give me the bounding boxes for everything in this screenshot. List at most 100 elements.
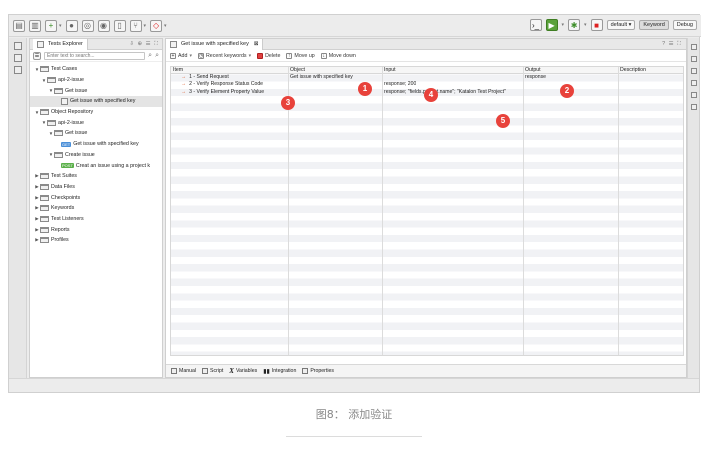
tree-item[interactable]: ▼ Get issue (30, 128, 162, 139)
save-button[interactable]: ▤ (13, 19, 25, 33)
console-icon[interactable] (691, 92, 697, 98)
minimize-icon[interactable] (691, 44, 697, 50)
step-cell-object[interactable] (288, 89, 290, 96)
tree-item[interactable]: ▶ Data Files (30, 182, 162, 193)
chevron-down-icon: ▾ (164, 22, 167, 29)
move-down-button[interactable]: ↓ Move down (320, 52, 356, 59)
step-cell-description[interactable] (618, 74, 620, 81)
editor-view-icons[interactable]: ? ☰ ⛶ (662, 41, 686, 48)
stop-button[interactable]: ■ (590, 19, 603, 31)
folder-icon (40, 237, 49, 244)
spy-web-button[interactable]: ◎ (81, 19, 94, 33)
filter-icon[interactable]: ☰ (33, 51, 41, 60)
close-icon[interactable]: ⊠ (254, 41, 259, 47)
tree-item[interactable]: ▼ Create issue (30, 150, 162, 161)
column-header-output[interactable]: Output (523, 67, 541, 74)
testcase-icon (170, 40, 177, 48)
step-cell-output[interactable] (523, 89, 525, 96)
perspective-debug[interactable]: Debug (672, 20, 697, 30)
step-cell-output[interactable]: response (523, 74, 546, 81)
step-cell-item[interactable]: → 1 - Send Request (171, 74, 229, 81)
record-mobile-button[interactable]: ◉ (97, 19, 110, 33)
tree-item[interactable]: ▼ Test Cases (30, 64, 162, 75)
tab-manual[interactable]: Manual (171, 368, 196, 374)
tree-item[interactable]: ▶ Checkpoints (30, 192, 162, 203)
advanced-search-icon[interactable]: ⌕ (155, 52, 159, 60)
search-icon[interactable]: ⌕ (148, 52, 152, 60)
column-divider[interactable] (288, 67, 289, 355)
git-button[interactable]: ⑂ ▾ (129, 19, 146, 33)
variable-x-icon: X (229, 367, 234, 375)
tab-variables[interactable]: X Variables (229, 367, 257, 375)
minimize-icon[interactable] (14, 42, 22, 50)
run-button[interactable]: ▶ (545, 19, 558, 31)
debug-button[interactable]: ✱ (568, 19, 581, 31)
recent-keywords-button[interactable]: ◷ Recent keywords ▾ (197, 52, 251, 59)
tab-properties[interactable]: Properties (302, 368, 334, 374)
tab-test-case[interactable]: Get issue with specified key ⊠ (166, 38, 264, 50)
step-cell-input[interactable]: response; "fields.project.name"; "Katalo… (382, 89, 506, 96)
step-cell-output[interactable] (523, 81, 525, 88)
tree-item[interactable]: ▼ Object Repository (30, 107, 162, 118)
step-cell-description[interactable] (618, 89, 620, 96)
log-icon[interactable] (691, 104, 697, 110)
column-divider[interactable] (523, 67, 524, 355)
tree-item[interactable]: ▶ Profiles (30, 235, 162, 246)
step-cell-text: response; "fields.project.name"; "Katalo… (384, 88, 506, 95)
properties-icon[interactable] (691, 80, 697, 86)
globe-icon[interactable] (691, 68, 697, 74)
list-icon[interactable] (14, 66, 22, 74)
column-divider[interactable] (382, 67, 383, 355)
tree-item[interactable]: ▶ Test Suites (30, 171, 162, 182)
record-web-button[interactable]: ● (65, 19, 78, 33)
run-config-label: default (610, 22, 628, 28)
tree-item[interactable]: ▼ Get issue (30, 85, 162, 96)
tree-item[interactable]: ▶ Reports (30, 224, 162, 235)
save-all-button[interactable]: ▥ (29, 19, 41, 33)
tree-item[interactable]: ▶ Test Listeners (30, 214, 162, 225)
column-header-description[interactable]: Description (618, 67, 646, 74)
step-cell-object[interactable]: Get issue with specified key (288, 74, 353, 81)
tree-item[interactable]: ▼ api-2-issue (30, 117, 162, 128)
integration-button[interactable]: ◇ ▾ (150, 19, 167, 33)
git-icon: ⑂ (129, 19, 142, 32)
tree-item[interactable]: Get issue with specified key (30, 96, 162, 107)
annotation-badge: 5 (496, 114, 510, 128)
step-cell-input[interactable] (382, 74, 384, 81)
chevron-down-icon[interactable]: ▾ (562, 22, 565, 28)
step-cell-item[interactable]: → 3 - Verify Element Property Value (171, 89, 264, 96)
step-cell-description[interactable] (618, 81, 620, 88)
column-header-item[interactable]: Item (171, 67, 183, 74)
database-icon[interactable] (14, 54, 22, 62)
tab-script[interactable]: Script (202, 368, 223, 374)
tree-item[interactable]: ▼ api-2-issue (30, 75, 162, 86)
column-divider[interactable] (618, 67, 619, 355)
tree-item-label: Keywords (51, 205, 75, 212)
outline-icon[interactable] (691, 56, 697, 62)
tree-item[interactable]: ▶ Keywords (30, 203, 162, 214)
new-button[interactable]: + ▾ (45, 19, 62, 33)
move-up-button[interactable]: ↑ Move up (286, 52, 315, 59)
tab-tests-explorer[interactable]: Tests Explorer (33, 38, 88, 50)
column-header-input[interactable]: Input (382, 67, 396, 74)
search-input[interactable] (44, 51, 146, 60)
profile-selector[interactable]: default ▾ (606, 20, 636, 30)
spy-mobile-button[interactable]: ▯ (113, 19, 126, 33)
delete-button[interactable]: Delete (257, 52, 280, 59)
tree-item[interactable]: GET Get issue with specified key (30, 139, 162, 150)
perspective-keyword[interactable]: Keyword (639, 20, 669, 30)
terminal-button[interactable]: ›_ (529, 19, 542, 31)
tab-integration[interactable]: ▮▮ Integration (263, 368, 296, 375)
tests-explorer-panel: Tests Explorer ⇩ ⊕ ☰ ⛶ ☰ ⌕ ⌕ ▼Test Cases… (29, 38, 163, 378)
tree-item[interactable]: POST Creat an issue using a project k (30, 160, 162, 171)
step-cell-item[interactable]: → 2 - Verify Response Status Code (171, 81, 263, 88)
chevron-down-icon[interactable]: ▾ (584, 22, 587, 28)
explorer-view-icons[interactable]: ⇩ ⊕ ☰ ⛶ (129, 41, 162, 48)
tree-item-label: Reports (51, 226, 70, 233)
add-button[interactable]: + Add ▾ (170, 52, 192, 59)
step-cell-object[interactable] (288, 81, 290, 88)
step-cell-input[interactable]: response; 200 (382, 81, 416, 88)
column-header-object[interactable]: Object (288, 67, 305, 74)
tree-item-label: Object Repository (51, 109, 94, 116)
caption-divider (286, 436, 422, 437)
